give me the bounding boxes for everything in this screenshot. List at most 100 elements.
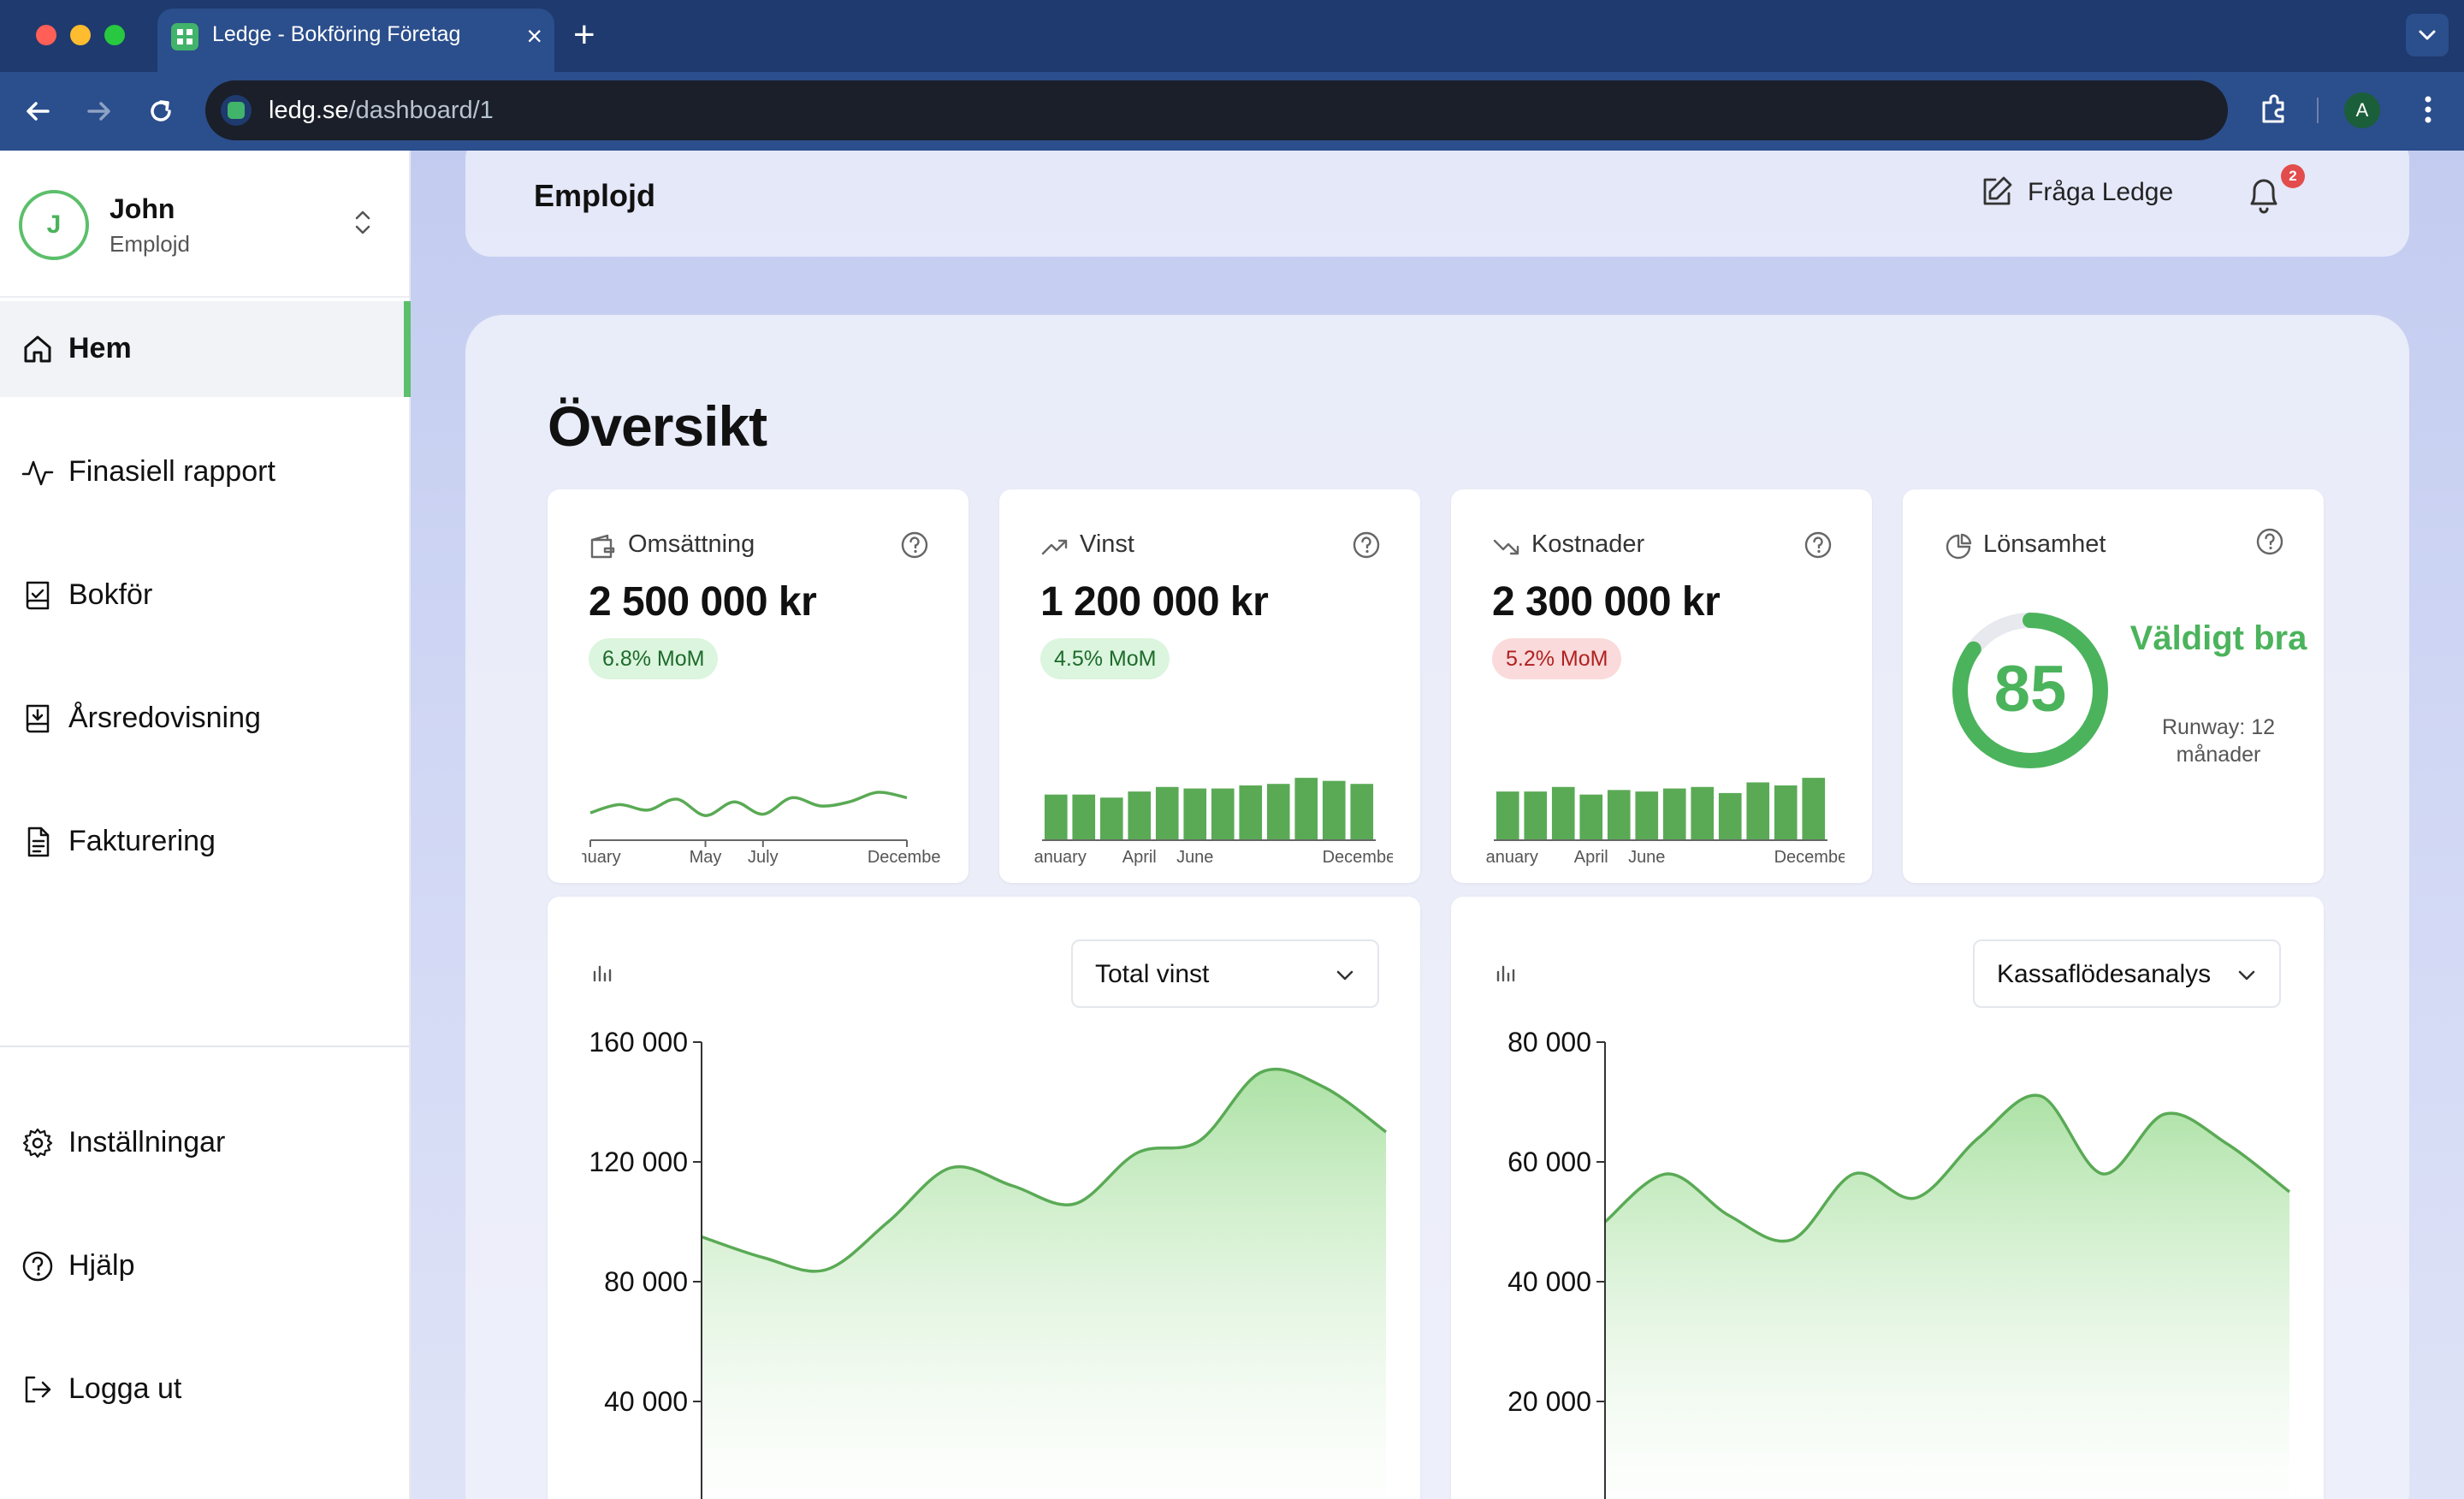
forward-icon[interactable] [79,91,120,132]
chevron-up-down-icon[interactable] [351,205,375,240]
y-tick-label: 80 000 [604,1266,688,1297]
url-path: /dashboard/1 [348,97,494,124]
profile-avatar[interactable]: A [2344,92,2380,128]
bar [1044,794,1068,840]
sidebar-item-hem[interactable]: Hem [0,301,411,397]
x-tick-label: June [1176,848,1213,866]
close-window-button[interactable] [36,25,56,45]
bar [1072,794,1096,840]
url-host: ledg.se [269,97,349,124]
sidebar-item-fakturering[interactable]: Fakturering [0,794,409,890]
sidebar-divider [0,1046,409,1047]
x-tick-label: December [1323,848,1393,866]
kpi-card-omsattning: Omsättning 2 500 000 kr 6.8% MoM January… [548,489,968,883]
back-icon[interactable] [17,91,58,132]
y-tick-label: 20 000 [1507,1386,1591,1417]
sidebar-item-label: Hem [68,332,132,364]
sidebar-item-hjalp[interactable]: Hjälp [0,1218,409,1314]
kpi-value: 2 300 000 kr [1492,579,1721,625]
bar [1802,778,1826,840]
sidebar-item-installningar[interactable]: Inställningar [0,1095,409,1191]
kpi-label: Omsättning [628,530,755,558]
sidebar-item-label: Årsredovisning [68,702,261,734]
sidebar-item-finansiell-rapport[interactable]: Finasiell rapport [0,424,409,520]
kpi-card-kostnader: Kostnader 2 300 000 kr 5.2% MoM January A… [1451,489,1872,883]
tab-title: Ledge - Bokföring Företag [212,22,461,46]
trending-up-icon [1041,539,1068,555]
sparkline-series [589,791,908,817]
chart-type-select[interactable]: Kassaflödesanalys [1973,939,2281,1008]
bar [1322,780,1346,840]
y-tick-label: 40 000 [604,1386,688,1417]
kpi-mom-badge: 5.2% MoM [1492,638,1622,679]
bar [1294,778,1318,840]
bar [1183,788,1207,840]
bar [1774,785,1798,840]
help-icon[interactable] [1804,530,1833,560]
browser-tab[interactable]: Ledge - Bokföring Företag × [157,9,554,72]
y-tick-label: 120 000 [589,1146,688,1177]
site-info-icon[interactable] [221,95,252,126]
omsattning-sparkline: January May July December [582,791,941,866]
help-icon[interactable] [2255,527,2284,556]
chart-type-select[interactable]: Total vinst [1071,939,1379,1008]
x-tick-label: July [748,848,779,866]
bar [1691,786,1715,840]
runway-text: Runway: 12 månader [2161,715,2276,767]
sidebar-item-label: Inställningar [68,1126,226,1158]
kpi-label: Vinst [1080,530,1134,558]
kpi-value: 1 200 000 kr [1040,579,1269,625]
sidebar-item-logga-ut[interactable]: Logga ut [0,1342,409,1437]
sidebar-item-bokfor[interactable]: Bokför [0,548,409,643]
x-tick-label: January [582,848,621,866]
browser-toolbar: ledg.se/dashboard/1 [0,72,2464,151]
bar [1496,791,1519,840]
kostnader-bar-chart: January April June December [1485,778,1845,866]
help-icon [22,1251,53,1282]
x-tick-label: April [1122,848,1157,866]
minimize-window-button[interactable] [70,25,91,45]
user-switcher[interactable]: J John Emplojd [0,151,409,298]
gear-icon [22,1128,53,1158]
browser-menu-icon[interactable] [2418,91,2438,128]
company-title: Emplojd [534,178,655,213]
tab-search-button[interactable] [2406,14,2449,56]
reload-icon[interactable] [140,91,181,132]
select-value: Total vinst [1095,960,1210,988]
bell-icon[interactable] [2245,173,2283,216]
bar [1579,794,1603,840]
browser-tab-bar: Ledge - Bokföring Företag × + [0,0,2464,72]
vinst-bar-chart: January April June December [1034,778,1393,866]
sidebar-item-arsredovisning[interactable]: Årsredovisning [0,671,409,767]
help-icon[interactable] [1352,530,1381,560]
chevron-down-icon [2238,970,2255,981]
help-icon[interactable] [900,530,929,560]
select-value: Kassaflödesanalys [1997,960,2212,988]
y-tick-label: 60 000 [1507,1146,1591,1177]
kpi-card-lonsamhet: Lönsamhet 85 Väldigt bra Runway: 12 måna… [1903,489,2324,883]
address-bar[interactable]: ledg.se/dashboard/1 [205,80,2228,140]
user-company: Emplojd [110,231,190,257]
kpi-label: Lönsamhet [1983,530,2106,558]
download-book-icon [26,704,50,733]
bar [1524,791,1548,840]
top-bar: Emplojd Fråga Ledge 2 [465,151,2409,257]
bar [1350,784,1374,840]
tab-close-icon[interactable]: × [526,17,542,55]
kassaflode-area-chart: 020 00040 00060 00080 000FebruaryAprilJu… [1507,1027,2291,1499]
activity-icon [21,460,54,486]
bar [1607,790,1631,840]
new-tab-icon[interactable]: + [573,14,595,56]
trending-down-icon [1493,539,1519,555]
area-fill [702,1069,1386,1499]
maximize-window-button[interactable] [104,25,125,45]
extensions-icon[interactable] [2255,91,2293,128]
bar [1155,786,1179,840]
page-viewport: J John Emplojd Hem Finasiell rapport Bok… [0,151,2464,1499]
bar [1211,788,1235,840]
x-tick-label: December [868,848,941,866]
ledge-favicon-icon [171,23,198,50]
y-tick-label: 40 000 [1507,1266,1591,1297]
x-tick-label: April [1574,848,1608,866]
kassaflode-panel: Kassaflödesanalys 020 00040 00060 00080 … [1451,897,2324,1499]
